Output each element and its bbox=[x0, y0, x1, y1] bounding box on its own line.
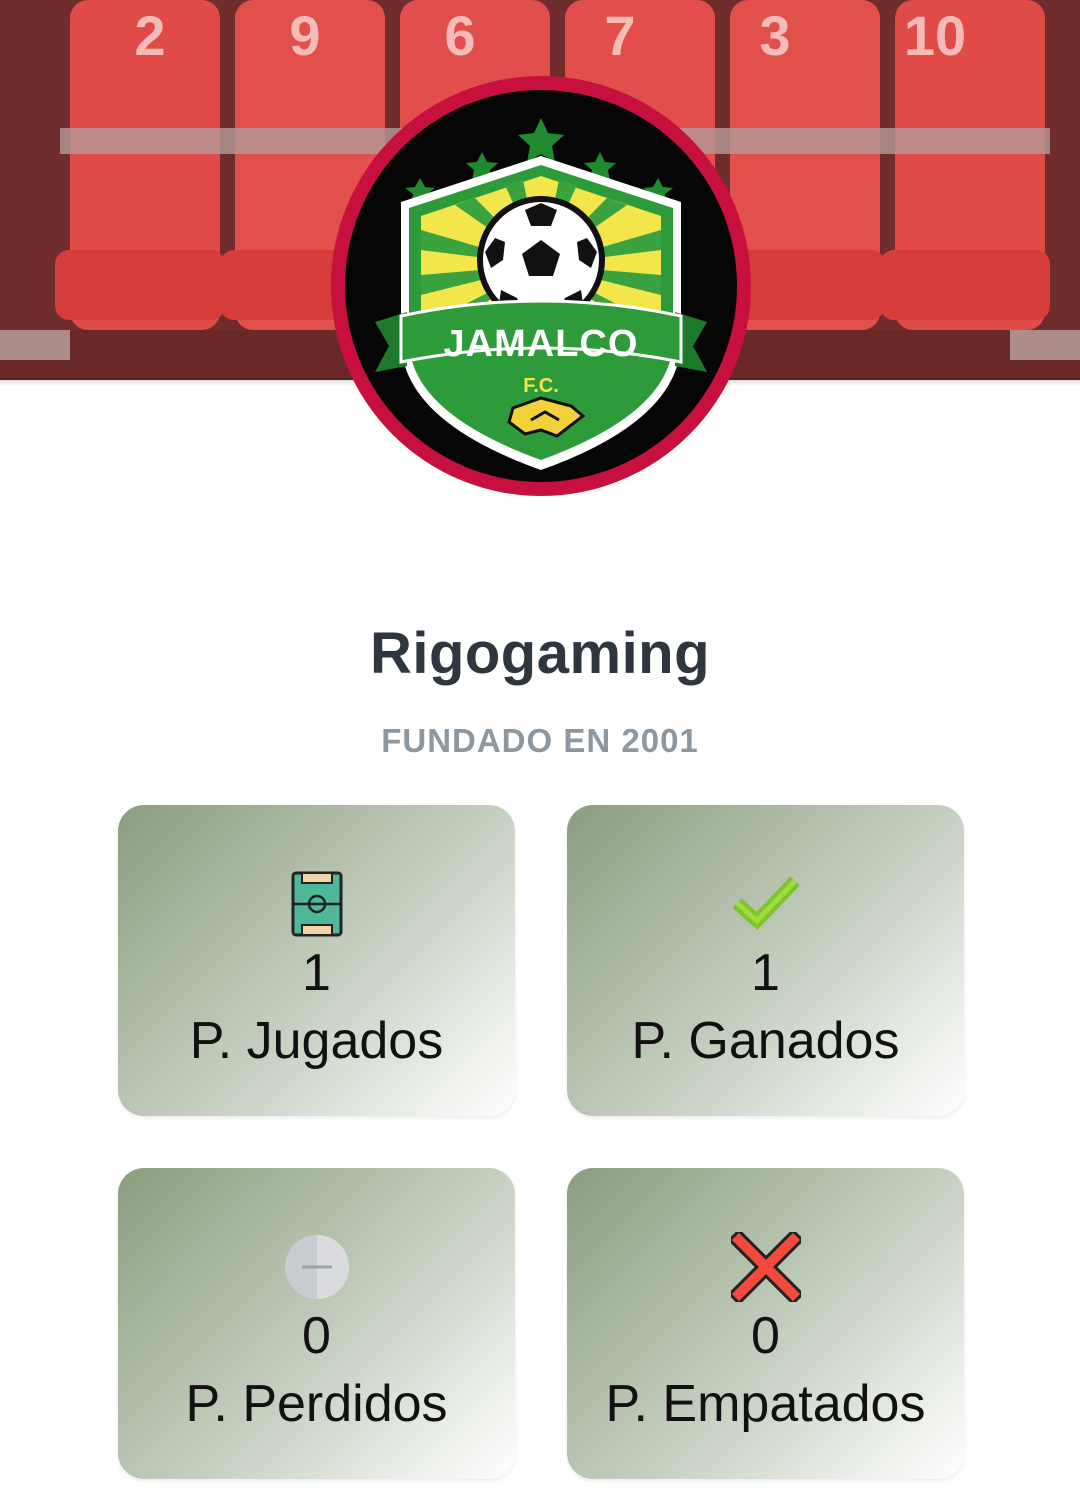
stat-label: P. Perdidos bbox=[185, 1375, 448, 1433]
crest-background: JAMALCO F.C. bbox=[345, 90, 737, 482]
founded-year: FUNDADO EN 2001 bbox=[381, 722, 699, 759]
minus-circle-icon bbox=[282, 1232, 352, 1302]
shirt-number: 10 bbox=[904, 4, 966, 67]
stat-card-won: 1 P. Ganados bbox=[567, 805, 964, 1116]
team-name: Rigogaming bbox=[369, 621, 711, 686]
stat-card-played: 1 P. Jugados bbox=[118, 805, 515, 1116]
shirt-number: 3 bbox=[759, 4, 790, 67]
stat-label: P. Empatados bbox=[605, 1375, 926, 1433]
stat-label: P. Ganados bbox=[631, 1012, 900, 1070]
shirt-number: 9 bbox=[289, 4, 320, 67]
cross-icon bbox=[727, 1228, 804, 1306]
stat-value: 1 bbox=[302, 944, 331, 1002]
stat-label: P. Jugados bbox=[189, 1012, 444, 1070]
stat-value: 0 bbox=[302, 1307, 331, 1365]
crest-club-name: JAMALCO bbox=[444, 323, 639, 365]
team-crest: JAMALCO F.C. bbox=[331, 76, 751, 496]
shirt-number: 7 bbox=[604, 4, 635, 67]
stat-card-lost: 0 P. Perdidos bbox=[118, 1168, 515, 1479]
checkmark-icon bbox=[731, 869, 801, 939]
soccer-field-icon bbox=[282, 869, 352, 939]
crest-club-suffix: F.C. bbox=[523, 375, 559, 397]
stat-value: 0 bbox=[751, 1307, 780, 1365]
shirt-number: 2 bbox=[134, 4, 165, 67]
stat-value: 1 bbox=[751, 944, 780, 1002]
stat-card-drawn: 0 P. Empatados bbox=[567, 1168, 964, 1479]
shirt-number: 6 bbox=[444, 4, 475, 67]
